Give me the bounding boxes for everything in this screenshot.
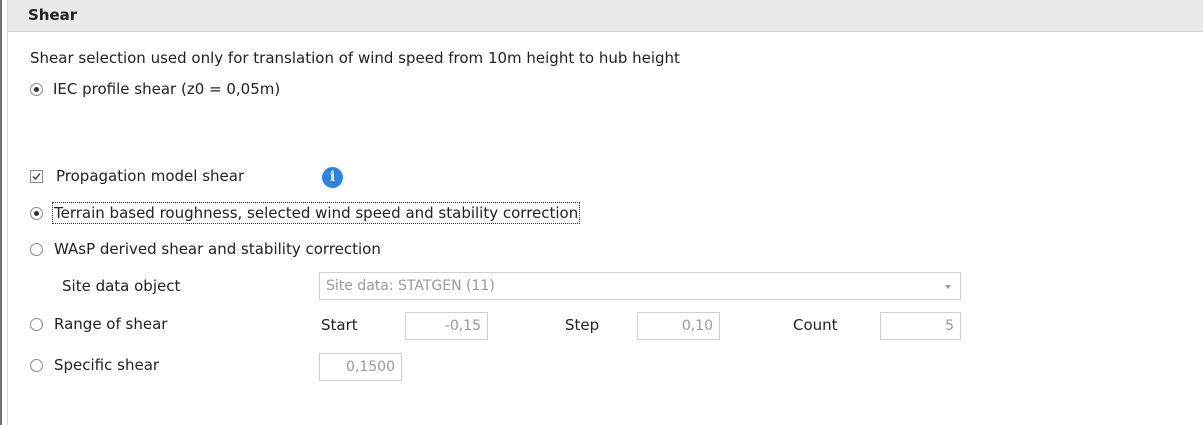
range-shear-label[interactable]: Range of shear [54, 315, 167, 333]
section-header: Shear [8, 0, 1203, 32]
site-data-label: Site data object [62, 277, 181, 295]
panel-border [7, 0, 8, 425]
count-input[interactable]: 5 [880, 312, 961, 340]
checkmark-icon [32, 173, 41, 180]
terrain-roughness-radio[interactable] [30, 207, 43, 220]
iec-profile-radio[interactable] [30, 83, 43, 96]
wasp-shear-label[interactable]: WAsP derived shear and stability correct… [54, 240, 381, 258]
section-title: Shear [28, 6, 78, 24]
specific-shear-radio[interactable] [30, 359, 43, 372]
start-label: Start [321, 316, 358, 334]
iec-profile-label[interactable]: IEC profile shear (z0 = 0,05m) [53, 80, 280, 98]
specific-shear-label[interactable]: Specific shear [54, 356, 159, 374]
chevron-down-icon [945, 285, 951, 289]
propagation-model-checkbox[interactable] [30, 170, 43, 183]
range-shear-radio[interactable] [30, 318, 43, 331]
site-data-dropdown[interactable]: Site data: STATGEN (11) [319, 272, 961, 300]
terrain-roughness-label[interactable]: Terrain based roughness, selected wind s… [51, 202, 581, 224]
window-border [0, 0, 2, 425]
wasp-shear-radio[interactable] [30, 243, 43, 256]
step-label: Step [565, 316, 600, 334]
propagation-model-label[interactable]: Propagation model shear [56, 167, 244, 185]
start-input[interactable]: -0,15 [405, 312, 488, 340]
info-icon[interactable]: i [322, 167, 343, 188]
step-input[interactable]: 0,10 [637, 312, 720, 340]
intro-text: Shear selection used only for translatio… [30, 49, 680, 67]
specific-shear-input[interactable]: 0,1500 [319, 353, 402, 381]
count-label: Count [793, 316, 838, 334]
site-data-value: Site data: STATGEN (11) [326, 278, 495, 294]
